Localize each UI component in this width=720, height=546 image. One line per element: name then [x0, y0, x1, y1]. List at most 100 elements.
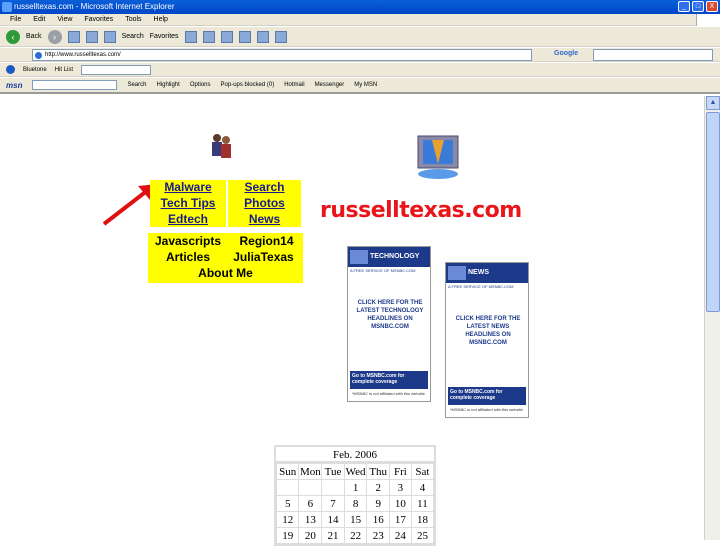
- msn-messenger-button[interactable]: Messenger: [315, 82, 345, 88]
- nav-link-news[interactable]: News: [228, 212, 301, 227]
- calendar-day: 3: [388, 479, 412, 496]
- nav-link-malware[interactable]: Malware: [150, 180, 226, 195]
- calendar-day: 17: [388, 511, 412, 528]
- calendar-week-row: 19 20 21 22 23 24 25: [275, 527, 435, 544]
- nav-link-edtech[interactable]: Edtech: [150, 212, 226, 227]
- google-search-input[interactable]: [593, 49, 713, 61]
- ie-icon: [2, 2, 12, 12]
- promo-news-title: NEWS: [468, 269, 489, 276]
- promo-news-foot[interactable]: Go to MSNBC.com for complete coverage: [448, 387, 526, 405]
- messenger-icon[interactable]: [274, 30, 287, 43]
- nav-link-javascripts[interactable]: Javascripts: [148, 234, 228, 250]
- msn-search-button[interactable]: Search: [127, 82, 146, 88]
- msnbc-news-widget[interactable]: NEWS A FREE SERVICE OF MSNBC.COM CLICK H…: [445, 262, 529, 418]
- home-icon[interactable]: [103, 30, 116, 43]
- promo-tech-foot[interactable]: Go to MSNBC.com for complete coverage: [350, 371, 428, 389]
- link-bluetone[interactable]: Bluetone: [23, 67, 47, 73]
- nav-link-techtips[interactable]: Tech Tips: [150, 196, 226, 211]
- minimize-button[interactable]: _: [678, 1, 690, 12]
- msn-popups-button[interactable]: Pop-ups blocked (0): [221, 82, 275, 88]
- menu-file[interactable]: File: [10, 14, 21, 25]
- edit-icon[interactable]: [238, 30, 251, 43]
- calendar-day: 4: [410, 479, 435, 496]
- msnbc-technology-widget[interactable]: TECHNOLOGY A FREE SERVICE OF MSNBC.COM C…: [347, 246, 431, 402]
- stop-icon[interactable]: [67, 30, 80, 43]
- scroll-thumb[interactable]: [706, 112, 720, 312]
- nav-link-region14[interactable]: Region14: [230, 234, 303, 250]
- calendar-day: [275, 479, 300, 496]
- google-label: Google: [554, 50, 579, 57]
- link-hitlist[interactable]: Hit List: [55, 67, 73, 73]
- mail-icon[interactable]: [202, 30, 215, 43]
- menu-favorites[interactable]: Favorites: [84, 14, 113, 25]
- calendar: Feb. 2006 Sun Mon Tue Wed Thu Fri Sat 1 …: [274, 445, 436, 546]
- calendar-day: 2: [366, 479, 390, 496]
- calendar-table: Sun Mon Tue Wed Thu Fri Sat 1 2 3 4 5 6 …: [275, 463, 435, 544]
- nav-link-aboutme[interactable]: About Me: [148, 266, 303, 282]
- window-title: russelltexas.com - Microsoft Internet Ex…: [14, 2, 175, 11]
- site-title: russelltexas.com: [320, 198, 522, 223]
- calendar-day: 20: [298, 527, 323, 544]
- history-icon[interactable]: [184, 30, 197, 43]
- favorites-label[interactable]: Favorites: [150, 33, 179, 40]
- promo-tech-sub: A FREE SERVICE OF MSNBC.COM: [350, 268, 416, 273]
- calendar-day: 23: [366, 527, 390, 544]
- calendar-day: 15: [343, 511, 368, 528]
- menu-tools[interactable]: Tools: [125, 14, 141, 25]
- calendar-day: 12: [275, 511, 300, 528]
- links-bar: Bluetone Hit List: [0, 63, 720, 77]
- calendar-day: 14: [321, 511, 345, 528]
- calendar-day-header: Sun: [275, 463, 300, 480]
- msn-hotmail-button[interactable]: Hotmail: [284, 82, 304, 88]
- promo-news-head: NEWS: [446, 263, 528, 283]
- calendar-day-header: Thu: [366, 463, 390, 480]
- scroll-up-icon[interactable]: ▲: [706, 96, 720, 110]
- calendar-day: 5: [275, 495, 300, 512]
- menu-view[interactable]: View: [57, 14, 72, 25]
- menu-bar: File Edit View Favorites Tools Help: [0, 14, 720, 26]
- search-label[interactable]: Search: [122, 33, 144, 40]
- page-content: Malware Search Tech Tips Photos Edtech N…: [0, 96, 704, 546]
- promo-tech-body[interactable]: CLICK HERE FOR THE LATEST TECHNOLOGY HEA…: [352, 299, 428, 331]
- calendar-day: [321, 479, 345, 496]
- discuss-icon[interactable]: [256, 30, 269, 43]
- windows-logo: [696, 14, 720, 26]
- back-label[interactable]: Back: [26, 33, 42, 40]
- vertical-scrollbar[interactable]: ▲: [704, 96, 720, 540]
- calendar-day: 13: [298, 511, 323, 528]
- bluetone-icon: [6, 65, 15, 74]
- msn-highlight-button[interactable]: Highlight: [156, 82, 179, 88]
- nav-link-articles[interactable]: Articles: [148, 250, 228, 266]
- calendar-day: 6: [298, 495, 323, 512]
- print-icon[interactable]: [220, 30, 233, 43]
- msn-options-button[interactable]: Options: [190, 82, 211, 88]
- calendar-day: 22: [343, 527, 368, 544]
- nav-link-search[interactable]: Search: [228, 180, 301, 195]
- promo-tech-note: *MSNBC is not affiliated with this websi…: [352, 391, 425, 396]
- promo-news-sub: A FREE SERVICE OF MSNBC.COM: [448, 284, 514, 289]
- people-icon: [212, 134, 231, 158]
- calendar-week-row: 5 6 7 8 9 10 11: [275, 495, 435, 512]
- calendar-day-header: Tue: [321, 463, 345, 480]
- menu-help[interactable]: Help: [154, 14, 168, 25]
- calendar-day: 25: [410, 527, 435, 544]
- links-input[interactable]: [81, 64, 152, 75]
- calendar-day: 9: [366, 495, 390, 512]
- nav-link-juliatexas[interactable]: JuliaTexas: [224, 250, 303, 266]
- maximize-button[interactable]: □: [692, 1, 704, 12]
- calendar-day: 11: [410, 495, 435, 512]
- forward-arrow-icon[interactable]: ›: [47, 29, 62, 44]
- calendar-day-header: Mon: [298, 463, 323, 480]
- calendar-day-header: Wed: [343, 463, 368, 480]
- msn-search-input[interactable]: [32, 80, 118, 90]
- calendar-day: 16: [366, 511, 390, 528]
- address-input[interactable]: http://www.russelltexas.com/: [32, 49, 532, 61]
- msn-mymsn-button[interactable]: My MSN: [354, 82, 377, 88]
- nav-link-photos[interactable]: Photos: [228, 196, 301, 211]
- calendar-title: Feb. 2006: [276, 447, 434, 463]
- back-arrow-icon[interactable]: ‹: [6, 29, 20, 44]
- refresh-icon[interactable]: [85, 30, 98, 43]
- close-button[interactable]: X: [706, 1, 718, 12]
- promo-news-body[interactable]: CLICK HERE FOR THE LATEST NEWS HEADLINES…: [450, 315, 526, 347]
- menu-edit[interactable]: Edit: [33, 14, 45, 25]
